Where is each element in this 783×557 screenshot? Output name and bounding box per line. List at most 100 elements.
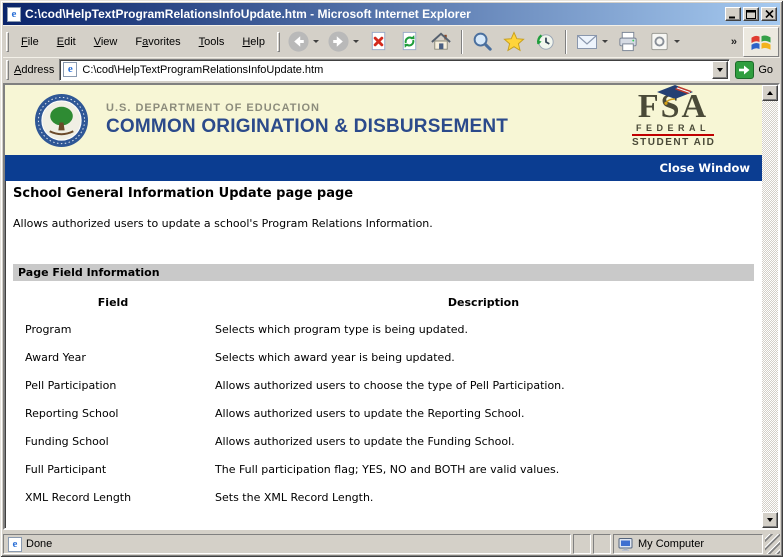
menu-toolbar-row: FileEditViewFavoritesToolsHelp » — [3, 25, 780, 57]
forward-icon — [327, 30, 350, 53]
table-row: Reporting SchoolAllows authorized users … — [13, 399, 754, 427]
toolbar-grip-handle[interactable] — [277, 32, 280, 52]
fsa-federal-label: FEDERAL — [632, 123, 714, 136]
browser-viewport: U.S. DEPARTMENT OF EDUCATION COMMON ORIG… — [3, 83, 780, 530]
minimize-button[interactable] — [725, 7, 741, 21]
windows-flag-icon — [748, 30, 774, 54]
field-table: Field Description ProgramSelects which p… — [13, 289, 754, 511]
address-dropdown-button[interactable] — [712, 61, 728, 79]
browser-window: C:\cod\HelpTextProgramRelationsInfoUpdat… — [0, 0, 783, 557]
field-cell: Program — [13, 315, 213, 343]
menu-view[interactable]: View — [85, 33, 127, 51]
search-icon — [471, 30, 494, 53]
menu-edit[interactable]: Edit — [48, 33, 85, 51]
graduation-cap-icon — [654, 85, 696, 105]
description-cell: Selects which award year is being update… — [213, 343, 754, 371]
field-column-header: Field — [13, 289, 213, 315]
ie-document-icon — [7, 7, 21, 22]
table-row: Pell ParticipationAllows authorized user… — [13, 371, 754, 399]
print-button[interactable] — [612, 27, 644, 56]
dept-of-education-seal-icon — [34, 93, 89, 148]
history-icon — [534, 30, 557, 53]
banner-titles: U.S. DEPARTMENT OF EDUCATION COMMON ORIG… — [106, 102, 508, 138]
address-bar-row: Address Go — [3, 57, 780, 83]
stop-icon — [367, 30, 390, 53]
status-bar: Done My Computer — [3, 530, 780, 554]
mail-icon — [575, 31, 599, 53]
forward-button[interactable] — [323, 27, 363, 56]
close-button[interactable] — [761, 7, 777, 21]
description-cell: Allows authorized users to update the Re… — [213, 399, 754, 427]
address-field — [59, 59, 730, 81]
description-cell: Allows authorized users to update the Fu… — [213, 427, 754, 455]
fsa-student-aid-label: STUDENT AID — [632, 137, 714, 148]
page-intro: Allows authorized users to update a scho… — [13, 217, 754, 230]
home-icon — [429, 30, 453, 53]
window-controls — [725, 7, 777, 21]
back-dropdown-arrow[interactable] — [313, 40, 319, 43]
history-button[interactable] — [530, 27, 561, 56]
mail-button[interactable] — [571, 28, 612, 56]
menu-favorites[interactable]: Favorites — [126, 33, 189, 51]
status-text: Done — [26, 538, 52, 550]
refresh-button[interactable] — [394, 27, 425, 56]
scroll-down-button[interactable] — [762, 512, 778, 528]
vertical-scrollbar[interactable] — [762, 85, 778, 528]
table-row: Full ParticipantThe Full participation f… — [13, 455, 754, 483]
table-header-row: Field Description — [13, 289, 754, 315]
menu-help[interactable]: Help — [233, 33, 274, 51]
windows-brand-logo — [743, 27, 779, 57]
favorites-icon — [502, 30, 526, 53]
toolbar-overflow-chevron[interactable]: » — [725, 36, 743, 48]
description-cell: Allows authorized users to choose the ty… — [213, 371, 754, 399]
arrow-up-icon — [767, 91, 773, 95]
title-bar: C:\cod\HelpTextProgramRelationsInfoUpdat… — [3, 3, 780, 25]
home-button[interactable] — [425, 27, 457, 56]
close-window-link[interactable]: Close Window — [659, 161, 750, 175]
menu-grip-handle[interactable] — [6, 32, 9, 52]
edit-button[interactable] — [644, 27, 684, 56]
favorites-button[interactable] — [498, 27, 530, 56]
edit-dropdown-arrow[interactable] — [674, 40, 680, 43]
stop-button[interactable] — [363, 27, 394, 56]
description-cell: The Full participation flag; YES, NO and… — [213, 455, 754, 483]
resize-grip[interactable] — [765, 534, 780, 554]
window-title: C:\cod\HelpTextProgramRelationsInfoUpdat… — [25, 7, 721, 21]
app-title: COMMON ORIGINATION & DISBURSEMENT — [106, 116, 508, 138]
address-grip-handle[interactable] — [6, 60, 9, 80]
close-icon — [765, 10, 774, 18]
status-spacer-panel-1 — [573, 534, 591, 554]
page-nav-bar: Close Window — [5, 155, 762, 181]
menu-file[interactable]: File — [12, 33, 48, 51]
description-column-header: Description — [213, 289, 754, 315]
section-header: Page Field Information — [13, 264, 754, 281]
mail-dropdown-arrow[interactable] — [602, 40, 608, 43]
table-row: XML Record LengthSets the XML Record Len… — [13, 483, 754, 511]
scrollbar-track[interactable] — [762, 101, 778, 512]
toolbar-separator — [565, 30, 567, 54]
field-table-body: ProgramSelects which program type is bei… — [13, 315, 754, 511]
edit-icon — [648, 30, 671, 53]
search-button[interactable] — [467, 27, 498, 56]
description-cell: Sets the XML Record Length. — [213, 483, 754, 511]
scroll-up-button[interactable] — [762, 85, 778, 101]
menu-tools[interactable]: Tools — [190, 33, 234, 51]
address-input[interactable] — [80, 64, 709, 76]
address-page-icon — [63, 62, 77, 77]
field-cell: Pell Participation — [13, 371, 213, 399]
toolbar — [283, 26, 725, 57]
maximize-button[interactable] — [743, 7, 759, 21]
field-cell: Funding School — [13, 427, 213, 455]
security-zone-panel: My Computer — [613, 534, 763, 554]
refresh-icon — [398, 30, 421, 53]
back-button[interactable] — [283, 27, 323, 56]
forward-dropdown-arrow[interactable] — [353, 40, 359, 43]
chevron-down-icon — [717, 68, 723, 72]
zone-text: My Computer — [638, 538, 704, 550]
arrow-down-icon — [767, 518, 773, 522]
back-icon — [287, 30, 310, 53]
cod-banner: U.S. DEPARTMENT OF EDUCATION COMMON ORIG… — [5, 85, 762, 155]
go-button[interactable]: Go — [730, 61, 780, 79]
status-spacer-panel-2 — [593, 534, 611, 554]
status-page-icon — [8, 537, 22, 552]
